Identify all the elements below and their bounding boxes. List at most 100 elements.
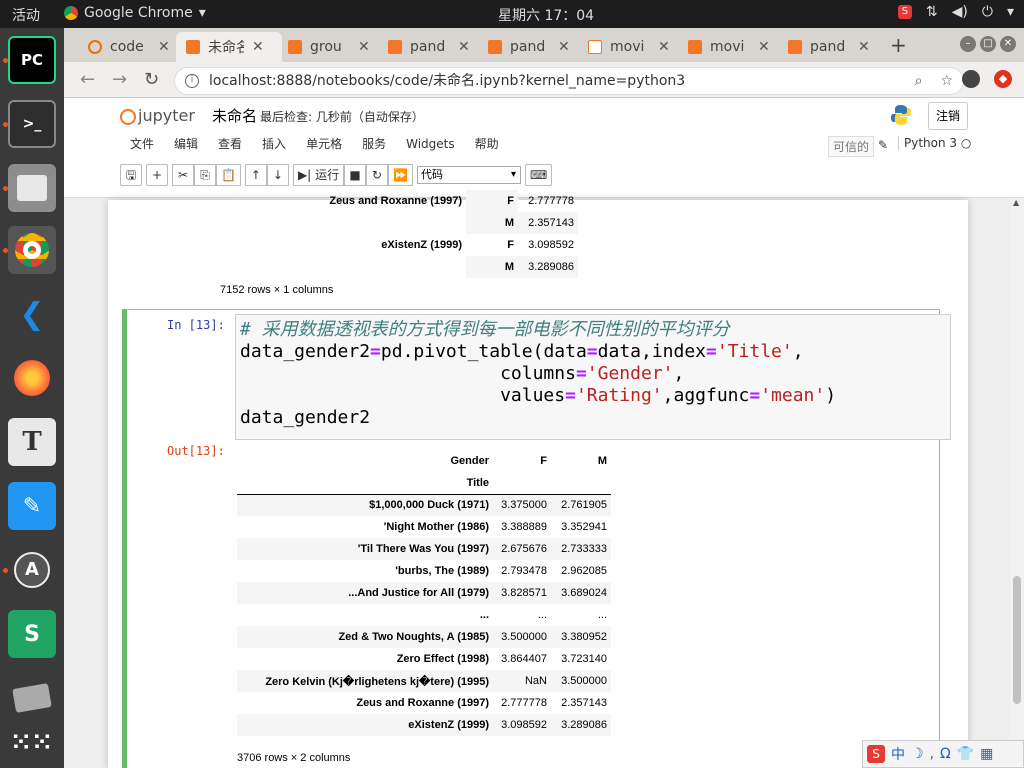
table-row: 'Night Mother (1986) 3.388889 3.352941: [383, 521, 607, 533]
pencil-icon[interactable]: ✎: [878, 138, 888, 152]
menu-edit[interactable]: 编辑: [164, 134, 208, 154]
keyboard-icon[interactable]: [8, 674, 56, 722]
tab-code[interactable]: code ✕: [78, 32, 184, 62]
power-icon[interactable]: ⏻: [982, 4, 993, 20]
save-icon[interactable]: 🖫: [120, 164, 142, 186]
run-button[interactable]: ▶| 运行: [292, 164, 345, 186]
move-up-icon[interactable]: ↑: [244, 164, 267, 186]
close-icon[interactable]: ✕: [558, 39, 570, 55]
table-row: $1,000,000 Duck (1971) 3.375000 2.761905: [237, 494, 611, 516]
moon-icon[interactable]: ☽: [911, 746, 924, 762]
menu-insert[interactable]: 插入: [252, 134, 296, 154]
fast-forward-icon[interactable]: ⏩: [388, 164, 414, 186]
clock[interactable]: 星期六 17：04: [498, 5, 594, 25]
scrollbar[interactable]: ▲ ▼: [1010, 198, 1024, 768]
maximize-icon[interactable]: □: [980, 36, 996, 52]
jupyter-logo[interactable]: jupyter: [120, 106, 195, 125]
kernel-idle-icon: ○: [960, 136, 972, 150]
tab-pandas-3[interactable]: pand ✕: [778, 32, 884, 62]
network-icon[interactable]: ⇅: [926, 4, 938, 20]
menu-widgets[interactable]: Widgets: [396, 134, 465, 154]
close-window-icon[interactable]: ✕: [1000, 36, 1016, 52]
add-cell-icon[interactable]: +: [146, 164, 168, 186]
system-tray[interactable]: S ⇅ ◀) ⏻ ▾: [897, 4, 1014, 20]
menu-kernel[interactable]: 服务: [352, 134, 396, 154]
url-input[interactable]: i localhost:8888/notebooks/code/未命名.ipyn…: [174, 67, 964, 95]
close-icon[interactable]: ✕: [252, 39, 264, 55]
notebook-favicon-icon: [388, 40, 402, 54]
grid-icon[interactable]: ▦: [980, 746, 993, 762]
tab-movies-2[interactable]: movi ✕: [678, 32, 784, 62]
table-row: eXistenZ (1999) 3.098592 3.289086: [237, 714, 611, 736]
files-icon[interactable]: [8, 164, 56, 212]
close-icon[interactable]: ✕: [358, 39, 370, 55]
qq-icon[interactable]: ✎: [8, 482, 56, 530]
close-icon[interactable]: ✕: [158, 39, 170, 55]
omega-icon[interactable]: Ω: [940, 746, 951, 762]
tab-pandas-1[interactable]: pand ✕: [378, 32, 484, 62]
notebook-favicon-icon: [186, 40, 200, 54]
table-row: eXistenZ (1999) F 3.098592: [381, 239, 574, 251]
url-text: localhost:8888/notebooks/code/未命名.ipynb?…: [209, 73, 686, 89]
close-icon[interactable]: ✕: [458, 39, 470, 55]
code-cell[interactable]: In [13]: # 采用数据透视表的方式得到每一部电影不同性别的平均评分 da…: [122, 309, 951, 768]
minimize-icon[interactable]: –: [960, 36, 976, 52]
scrollbar-thumb[interactable]: [1013, 576, 1021, 704]
chrome-icon[interactable]: [8, 226, 56, 274]
menu-file[interactable]: 文件: [120, 134, 164, 154]
app-menu[interactable]: Google Chrome ▾: [64, 5, 206, 21]
new-tab-button[interactable]: +: [890, 33, 907, 57]
close-icon[interactable]: ✕: [758, 39, 770, 55]
ime-toolbar[interactable]: S 中 ☽ , Ω 👕 ▦: [862, 740, 1024, 768]
cut-icon[interactable]: ✂: [172, 164, 194, 186]
tab-movies-1[interactable]: movi ✕: [578, 32, 684, 62]
forward-icon[interactable]: →: [112, 69, 127, 90]
reload-icon[interactable]: ↻: [144, 69, 159, 90]
restart-icon[interactable]: ↻: [366, 164, 389, 186]
zoom-icon[interactable]: ⌕: [915, 68, 923, 94]
pycharm-icon[interactable]: PC: [8, 36, 56, 84]
close-icon[interactable]: ✕: [658, 39, 670, 55]
close-icon[interactable]: ✕: [858, 39, 870, 55]
tab-pandas-2[interactable]: pand ✕: [478, 32, 584, 62]
extension-icon[interactable]: ◆: [994, 70, 1012, 88]
tab-group[interactable]: grou ✕: [278, 32, 384, 62]
bookmark-star-icon[interactable]: ☆: [940, 68, 953, 94]
info-icon[interactable]: i: [185, 74, 199, 88]
shirt-icon[interactable]: 👕: [957, 746, 974, 762]
software-updater-icon[interactable]: A: [8, 546, 56, 594]
app-grid-icon[interactable]: ⁙⁙: [8, 718, 56, 766]
back-icon[interactable]: ←: [80, 69, 95, 90]
comma-icon[interactable]: ,: [930, 746, 934, 762]
account-icon[interactable]: [962, 70, 980, 88]
tab-untitled[interactable]: 未命名 ✕: [176, 32, 282, 62]
menu-cell[interactable]: 单元格: [296, 134, 352, 154]
code-editor[interactable]: # 采用数据透视表的方式得到每一部电影不同性别的平均评分 data_gender…: [235, 314, 951, 440]
menu-help[interactable]: 帮助: [465, 134, 509, 154]
volume-icon[interactable]: ◀): [952, 4, 968, 20]
wps-sheets-icon[interactable]: S: [8, 610, 56, 658]
sogou-icon[interactable]: S: [897, 5, 912, 19]
sogou-icon[interactable]: S: [867, 745, 885, 763]
stop-icon[interactable]: ■: [344, 164, 367, 186]
browser-window: code ✕ 未命名 ✕ grou ✕ pand ✕ pand ✕ movi ✕: [64, 28, 1024, 768]
logout-button[interactable]: 注销: [928, 102, 968, 130]
cell-type-select[interactable]: 代码: [417, 166, 522, 184]
pivot-output-table: Gender F M Title $1,000,000 Duck (1971) 3…: [237, 450, 611, 736]
keyboard-shortcuts-icon[interactable]: ⌨: [525, 164, 553, 186]
activities-button[interactable]: 活动: [12, 5, 40, 25]
firefox-icon[interactable]: [8, 354, 56, 402]
copy-icon[interactable]: ⎘: [194, 164, 216, 186]
vscode-icon[interactable]: ❮: [8, 290, 56, 338]
move-down-icon[interactable]: ↓: [266, 164, 289, 186]
typora-icon[interactable]: T: [8, 418, 56, 466]
terminal-icon[interactable]: >_: [8, 100, 56, 148]
scroll-up-icon[interactable]: ▲: [1013, 198, 1019, 207]
notebook-name[interactable]: 未命名: [212, 105, 257, 126]
chevron-down-icon[interactable]: ▾: [1007, 4, 1014, 20]
ime-language[interactable]: 中: [891, 744, 905, 764]
trusted-indicator[interactable]: 可信的: [828, 136, 875, 157]
paste-icon[interactable]: 📋: [216, 164, 241, 186]
kernel-indicator[interactable]: Python 3 ○: [898, 136, 971, 150]
menu-view[interactable]: 查看: [208, 134, 252, 154]
